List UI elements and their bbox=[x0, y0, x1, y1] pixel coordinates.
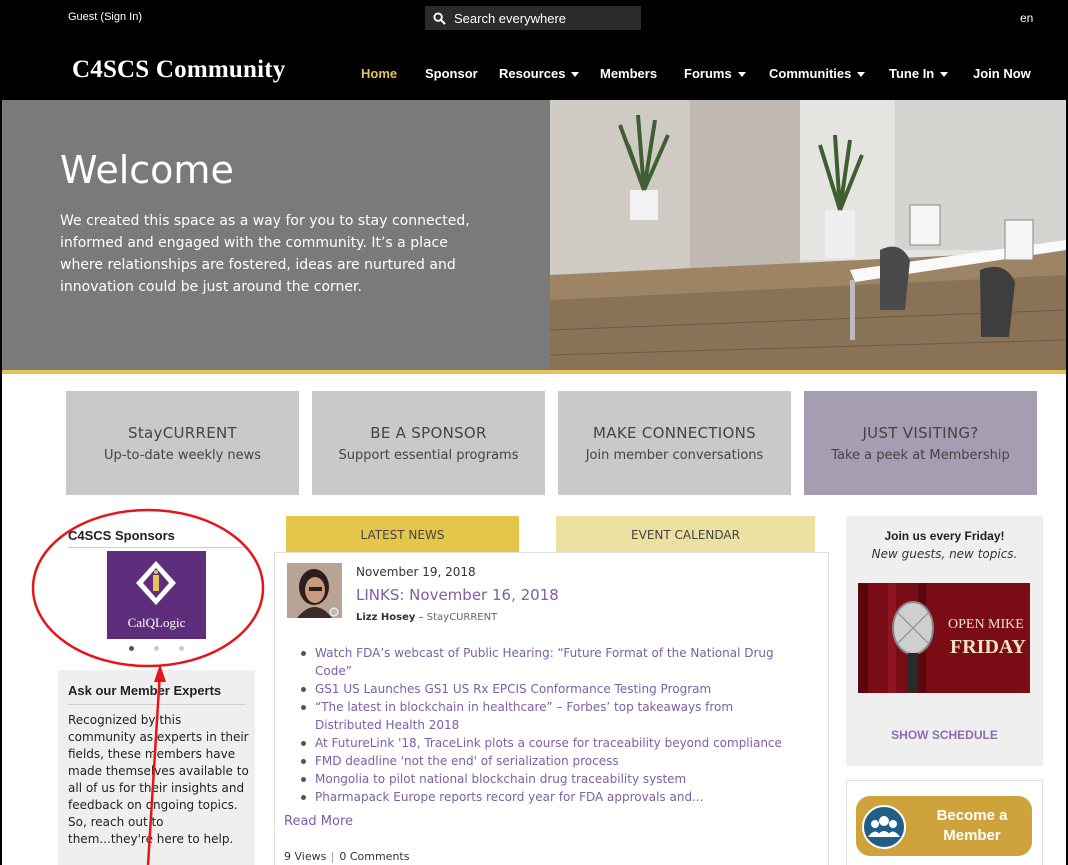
news-link[interactable]: Mongolia to pilot national blockchain dr… bbox=[301, 770, 801, 788]
nav-join-now[interactable]: Join Now bbox=[973, 66, 1031, 81]
nav-tune-in[interactable]: Tune In bbox=[889, 66, 949, 81]
tile-subtitle: Support essential programs bbox=[338, 448, 519, 463]
nav-forums-label: Forums bbox=[684, 66, 732, 81]
carousel-dots bbox=[129, 646, 184, 651]
guest-sign-in-link[interactable]: Guest (Sign In) bbox=[68, 11, 142, 23]
friday-heading: Join us every Friday! bbox=[884, 529, 1005, 543]
tile-title: MAKE CONNECTIONS bbox=[593, 424, 756, 442]
news-link[interactable]: FMD deadline 'not the end' of serializat… bbox=[301, 752, 801, 770]
experts-panel: Ask our Member Experts Recognized by thi… bbox=[58, 670, 255, 865]
comments-count[interactable]: 0 Comments bbox=[339, 850, 409, 863]
news-link[interactable]: “The latest in blockchain in healthcare”… bbox=[301, 698, 801, 734]
news-links-list: Watch FDA’s webcast of Public Hearing: “… bbox=[301, 644, 801, 806]
friday-image-text-2: FRIDAY bbox=[950, 636, 1026, 658]
nav-home-label: Home bbox=[361, 66, 398, 81]
tile-just-visiting[interactable]: JUST VISITING? Take a peek at Membership bbox=[804, 391, 1037, 495]
tile-title: BE A SPONSOR bbox=[370, 424, 487, 442]
chevron-down-icon bbox=[857, 72, 866, 78]
open-mike-friday-panel: Join us every Friday! New guests, new to… bbox=[846, 516, 1043, 766]
post-date: November 19, 2018 bbox=[356, 565, 476, 579]
tile-make-connections[interactable]: MAKE CONNECTIONS Join member conversatio… bbox=[558, 391, 791, 495]
nav-tune-in-label: Tune In bbox=[889, 66, 935, 81]
tile-be-a-sponsor[interactable]: BE A SPONSOR Support essential programs bbox=[312, 391, 545, 495]
divider bbox=[332, 851, 334, 863]
nav-home[interactable]: Home bbox=[361, 66, 397, 81]
nav-members-label: Members bbox=[600, 66, 658, 81]
hero-body: We created this space as a way for you t… bbox=[60, 213, 470, 295]
author-name[interactable]: Lizz Hosey bbox=[356, 612, 415, 623]
hero-divider bbox=[2, 370, 1066, 374]
tab-event-calendar[interactable]: EVENT CALENDAR bbox=[556, 516, 815, 552]
group-icon bbox=[862, 805, 906, 849]
top-utility-bar: Guest (Sign In) Search everywhere en bbox=[2, 0, 1066, 34]
search-placeholder: Search everywhere bbox=[454, 10, 566, 26]
experts-body: Recognized by this community as experts … bbox=[68, 713, 249, 846]
nav-sponsor-label: Sponsor bbox=[425, 66, 478, 81]
read-more-link[interactable]: Read More bbox=[284, 814, 353, 829]
divider bbox=[68, 704, 245, 705]
post-stats: 9 Views 0 Comments bbox=[284, 850, 409, 863]
news-link[interactable]: GS1 US Launches GS1 US Rx EPCIS Conforma… bbox=[301, 680, 801, 698]
sponsor-logo-calqlogic[interactable]: CalQLogic bbox=[107, 551, 206, 639]
search-icon bbox=[433, 11, 446, 25]
nav-sponsor[interactable]: Sponsor bbox=[425, 66, 478, 81]
show-schedule-link[interactable]: SHOW SCHEDULE bbox=[846, 728, 1043, 742]
office-photo bbox=[550, 100, 1066, 370]
nav-forums[interactable]: Forums bbox=[684, 66, 746, 81]
tile-subtitle: Up-to-date weekly news bbox=[103, 448, 262, 463]
language-selector[interactable]: en bbox=[1020, 11, 1033, 25]
nav-resources[interactable]: Resources bbox=[499, 66, 580, 81]
chevron-down-icon bbox=[940, 72, 949, 78]
tile-subtitle: Join member conversations bbox=[585, 448, 764, 463]
avatar[interactable] bbox=[287, 563, 342, 618]
become-member-label-line2: Member bbox=[943, 827, 1001, 844]
nav-communities-label: Communities bbox=[769, 66, 852, 81]
carousel-dot[interactable] bbox=[179, 646, 184, 651]
post-author: Lizz Hosey – StayCURRENT bbox=[356, 612, 498, 623]
site-brand[interactable]: C4SCS Community bbox=[72, 56, 285, 84]
nav-resources-label: Resources bbox=[499, 66, 566, 81]
nav-members[interactable]: Members bbox=[600, 66, 657, 81]
microphone-icon: OPEN MIKE FRIDAY bbox=[858, 583, 1030, 693]
views-count: 9 Views bbox=[284, 850, 327, 863]
author-photo bbox=[287, 563, 342, 618]
experts-heading: Ask our Member Experts bbox=[68, 683, 222, 698]
nav-communities[interactable]: Communities bbox=[769, 66, 866, 81]
chevron-down-icon bbox=[571, 72, 580, 78]
open-mike-friday-image[interactable]: OPEN MIKE FRIDAY bbox=[858, 583, 1030, 693]
post-title-link[interactable]: LINKS: November 16, 2018 bbox=[356, 586, 559, 604]
tile-subtitle: Take a peek at Membership bbox=[831, 448, 1010, 463]
divider bbox=[68, 547, 246, 548]
sponsor-logo-name: CalQLogic bbox=[127, 615, 186, 630]
hero-text: Welcome We created this space as a way f… bbox=[60, 148, 490, 298]
nav-join-now-label: Join Now bbox=[973, 66, 1031, 81]
diamond-logo-icon bbox=[136, 561, 176, 605]
tile-staycurrent[interactable]: StayCURRENT Up-to-date weekly news bbox=[66, 391, 299, 495]
news-link[interactable]: Pharmapack Europe reports record year fo… bbox=[301, 788, 801, 806]
friday-image-text-1: OPEN MIKE bbox=[948, 617, 1024, 632]
news-link[interactable]: At FutureLink '18, TraceLink plots a cou… bbox=[301, 734, 801, 752]
tile-title: JUST VISITING? bbox=[862, 424, 979, 442]
hero-banner: Welcome We created this space as a way f… bbox=[2, 100, 1066, 370]
become-member-label-line1: Become a bbox=[936, 807, 1008, 824]
become-member-label: Become a Member bbox=[916, 806, 1028, 846]
sponsors-heading: C4SCS Sponsors bbox=[68, 528, 175, 543]
carousel-dot[interactable] bbox=[129, 646, 134, 651]
carousel-dot[interactable] bbox=[154, 646, 159, 651]
search-box[interactable]: Search everywhere bbox=[425, 6, 641, 30]
chevron-down-icon bbox=[737, 72, 746, 78]
news-link[interactable]: Watch FDA’s webcast of Public Hearing: “… bbox=[301, 644, 801, 680]
become-member-button[interactable]: Become a Member bbox=[856, 796, 1032, 856]
hero-title: Welcome bbox=[60, 148, 234, 192]
tile-title: StayCURRENT bbox=[128, 424, 237, 442]
tab-latest-news[interactable]: LATEST NEWS bbox=[286, 516, 519, 552]
friday-subtitle: New guests, new topics. bbox=[871, 547, 1018, 561]
post-source[interactable]: StayCURRENT bbox=[427, 612, 497, 623]
